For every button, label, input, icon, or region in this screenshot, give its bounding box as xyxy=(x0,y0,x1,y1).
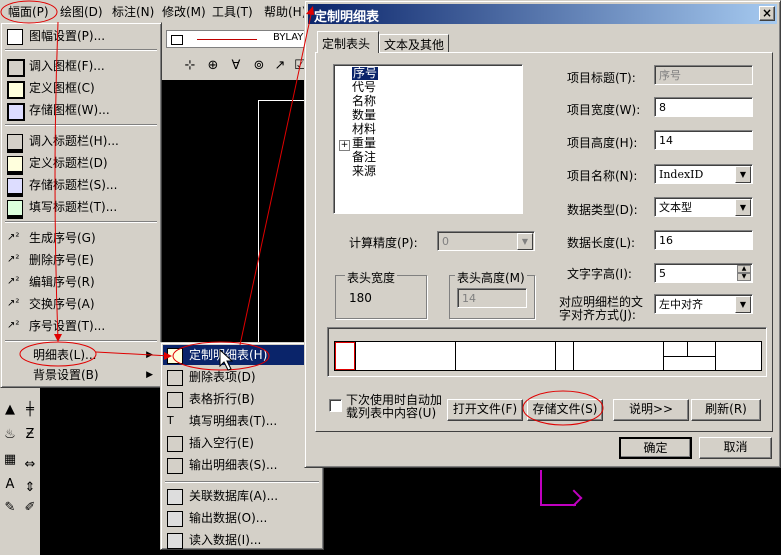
annotation-arrow-3 xyxy=(239,9,313,346)
annotation-overlay xyxy=(0,0,604,426)
annotation-circle-page-menu xyxy=(0,0,58,24)
annotation-arrowhead xyxy=(54,334,62,342)
annotation-arrow-1 xyxy=(54,21,59,341)
annotation-circle-save-file xyxy=(522,390,604,426)
annotation-arrowhead xyxy=(164,352,172,360)
mouse-cursor-icon xyxy=(219,348,234,371)
annotation-arrow-2 xyxy=(95,351,171,357)
annotation-arrowhead xyxy=(306,6,314,15)
tab-custom-header[interactable]: 定制表头 xyxy=(317,31,379,53)
annotation-circle-detail-menu xyxy=(19,341,97,367)
